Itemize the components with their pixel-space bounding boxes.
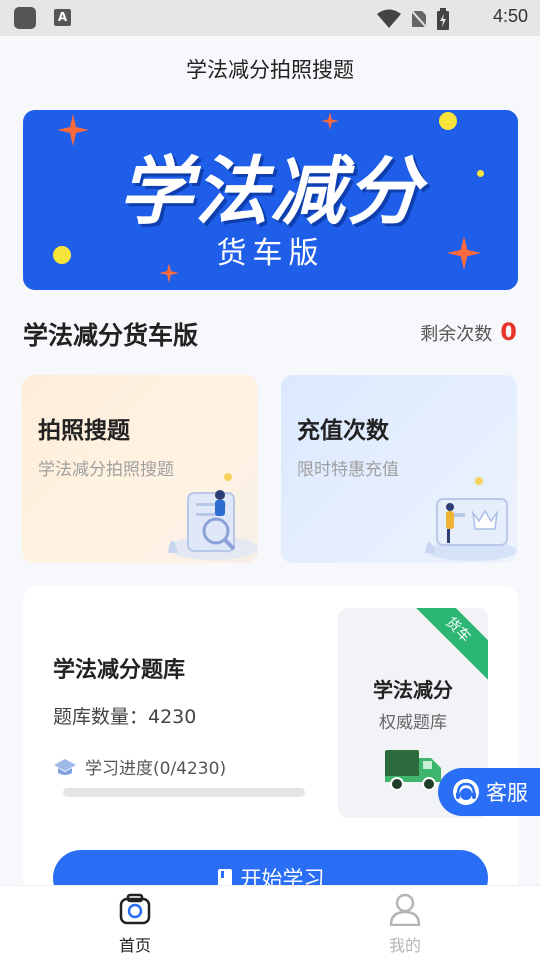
banner-title: 学法减分 xyxy=(118,149,423,235)
sparkle-icon xyxy=(321,112,339,130)
page-title: 学法减分拍照搜题 xyxy=(186,58,354,82)
bank-count: 题库数量：4230 xyxy=(53,706,197,728)
section-title: 学法减分货车版 xyxy=(23,321,199,350)
progress-label: 学习进度(0/4230) xyxy=(85,759,227,779)
promo-banner[interactable]: 学法减分 货车版 xyxy=(23,110,518,290)
yellow-dot xyxy=(439,112,457,130)
card-subtitle: 学法减分拍照搜题 xyxy=(38,460,174,480)
bank-title: 学法减分题库 xyxy=(53,658,186,683)
badge-subtitle: 权威题库 xyxy=(379,713,447,733)
badge-title: 学法减分 xyxy=(373,678,453,702)
user-icon xyxy=(389,893,421,927)
card-title: 拍照搜题 xyxy=(38,418,130,444)
bottom-nav: 首页 我的 xyxy=(0,885,540,960)
nav-mine-label: 我的 xyxy=(388,936,421,955)
no-sim-icon xyxy=(410,9,428,29)
remaining-label: 剩余次数 xyxy=(420,324,493,345)
status-bar: A 4:50 xyxy=(0,0,540,36)
remaining-value: 0 xyxy=(500,318,517,346)
recharge-card[interactable]: 充值次数 限时特惠充值 xyxy=(281,375,517,563)
clock: 4:50 xyxy=(492,6,528,26)
photo-search-illustration xyxy=(168,473,258,560)
card-title: 充值次数 xyxy=(297,418,389,444)
wifi-icon xyxy=(377,9,401,28)
headset-icon xyxy=(453,779,479,805)
banner-subtitle: 货车版 xyxy=(216,236,325,271)
card-subtitle: 限时特惠充值 xyxy=(297,460,399,480)
customer-service-label: 客服 xyxy=(486,781,528,805)
battery-icon xyxy=(437,8,449,30)
question-bank-card[interactable]: 学法减分题库 题库数量：4230 学习进度(0/4230) 货车 学法减分 权威… xyxy=(23,586,518,906)
truck-icon xyxy=(385,750,441,791)
recharge-illustration xyxy=(425,477,517,561)
nav-mine[interactable]: 我的 xyxy=(365,892,445,956)
graduation-cap-icon xyxy=(54,758,76,775)
ribbon-tag: 货车 xyxy=(405,608,488,683)
remaining-count: 剩余次数 0 xyxy=(420,318,517,346)
notification-icon xyxy=(14,7,36,29)
status-icons xyxy=(376,8,450,30)
progress-row: 学习进度(0/4230) xyxy=(53,754,226,779)
camera-icon xyxy=(119,893,151,925)
app-a-icon: A xyxy=(54,9,71,26)
customer-service-button[interactable]: 客服 xyxy=(438,768,540,816)
nav-home[interactable]: 首页 xyxy=(95,892,175,956)
progress-bar xyxy=(63,788,305,797)
nav-home-label: 首页 xyxy=(118,936,151,955)
photo-search-card[interactable]: 拍照搜题 学法减分拍照搜题 xyxy=(22,375,258,563)
